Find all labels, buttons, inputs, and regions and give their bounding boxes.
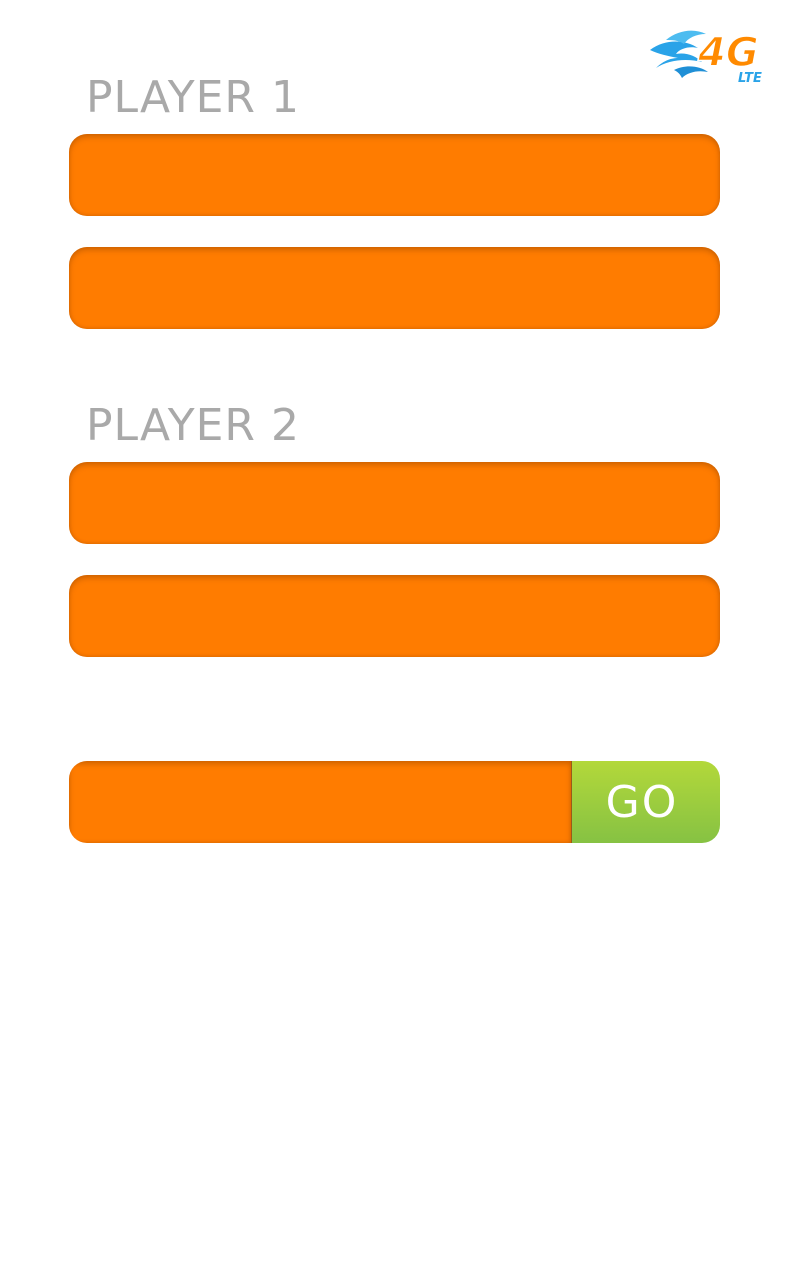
player-1-first-field[interactable] [69, 134, 720, 216]
4g-lte-icon: 4G LTE [646, 18, 776, 88]
player-1-label: PLAYER 1 [86, 72, 300, 123]
player-2-label: PLAYER 2 [86, 400, 300, 451]
network-badge-subtext: LTE [738, 71, 762, 86]
go-button-label: GO [605, 776, 679, 828]
player-1-second-field[interactable] [69, 247, 720, 329]
network-badge-text: 4G [697, 30, 759, 76]
go-input-row: GO [69, 761, 720, 843]
player-2-second-field[interactable] [69, 575, 720, 657]
player-setup-screen: 4G LTE PLAYER 1 PLAYER 2 GO [0, 0, 800, 1280]
go-input-field[interactable] [69, 761, 572, 843]
player-2-first-field[interactable] [69, 462, 720, 544]
go-button[interactable]: GO [572, 761, 720, 843]
